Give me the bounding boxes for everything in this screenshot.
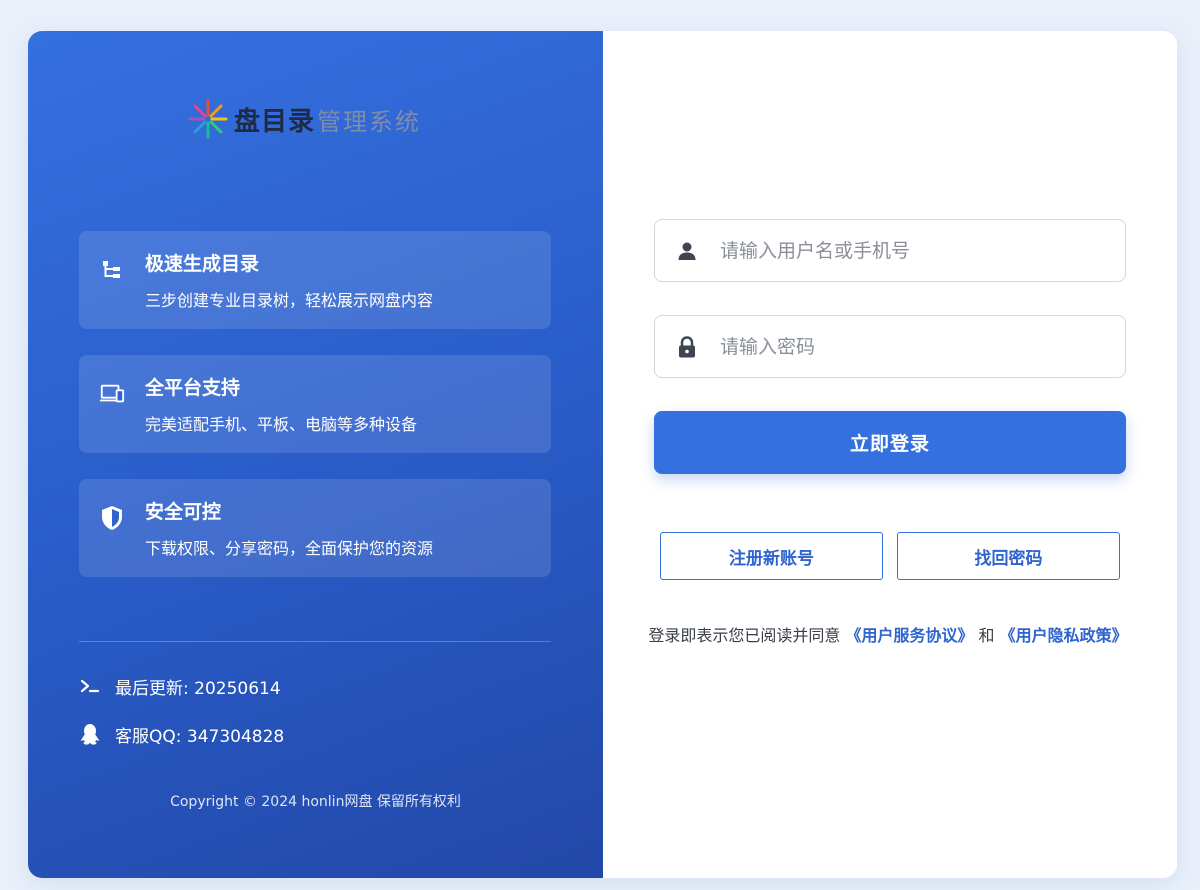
register-button[interactable]: 注册新账号	[660, 532, 883, 580]
feature-description: 下载权限、分享密码，全面保护您的资源	[145, 539, 434, 558]
feature-title: 全平台支持	[145, 377, 241, 399]
username-field[interactable]	[654, 219, 1126, 282]
customer-service-text: 客服QQ: 347304828	[115, 726, 285, 747]
privacy-link[interactable]: 《用户隐私政策》	[1000, 626, 1128, 645]
devices-icon	[99, 381, 125, 407]
tree-structure-icon	[99, 257, 125, 283]
feature-title: 安全可控	[145, 501, 222, 523]
agreement-text: 登录即表示您已阅读并同意 《用户服务协议》 和 《用户隐私政策》	[643, 621, 1133, 650]
password-input[interactable]	[720, 335, 1100, 358]
last-update: 最后更新: 20250614	[79, 673, 281, 699]
feature-title: 极速生成目录	[145, 253, 260, 275]
customer-service: 客服QQ: 347304828	[79, 721, 284, 747]
divider	[79, 641, 551, 642]
terms-link[interactable]: 《用户服务协议》	[845, 626, 973, 645]
logo-icon	[188, 99, 228, 139]
feature-card-platform: 全平台支持 完美适配手机、平板、电脑等多种设备	[79, 355, 551, 453]
copyright: Copyright © 2024 honlin网盘 保留所有权利	[170, 794, 461, 810]
lock-icon	[676, 335, 698, 358]
last-update-text: 最后更新: 20250614	[115, 678, 281, 699]
feature-description: 三步创建专业目录树，轻松展示网盘内容	[145, 291, 434, 310]
qq-icon	[79, 723, 101, 745]
brand-logo: 盘目录 管理系统	[188, 97, 421, 141]
password-field[interactable]	[654, 315, 1126, 378]
feature-card-security: 安全可控 下载权限、分享密码，全面保护您的资源	[79, 479, 551, 577]
intro-panel: 盘目录 管理系统 极速生成目录 三步创建专业目录树，轻松展示网盘内容 全平台支持…	[28, 31, 603, 878]
feature-card-speed: 极速生成目录 三步创建专业目录树，轻松展示网盘内容	[79, 231, 551, 329]
shield-icon	[99, 505, 125, 531]
agreement-prefix: 登录即表示您已阅读并同意	[648, 626, 846, 645]
login-form: 立即登录 注册新账号 找回密码 登录即表示您已阅读并同意 《用户服务协议》 和 …	[603, 31, 1177, 878]
brand-subtitle: 管理系统	[317, 107, 422, 136]
user-icon	[676, 240, 698, 262]
agreement-and: 和	[973, 626, 1000, 645]
brand-title: 盘目录	[234, 106, 316, 137]
login-card: 盘目录 管理系统 极速生成目录 三步创建专业目录树，轻松展示网盘内容 全平台支持…	[28, 31, 1177, 878]
recover-password-button[interactable]: 找回密码	[897, 532, 1120, 580]
login-button[interactable]: 立即登录	[654, 411, 1126, 474]
terminal-icon	[79, 675, 101, 697]
feature-description: 完美适配手机、平板、电脑等多种设备	[145, 415, 418, 434]
username-input[interactable]	[720, 239, 1100, 262]
